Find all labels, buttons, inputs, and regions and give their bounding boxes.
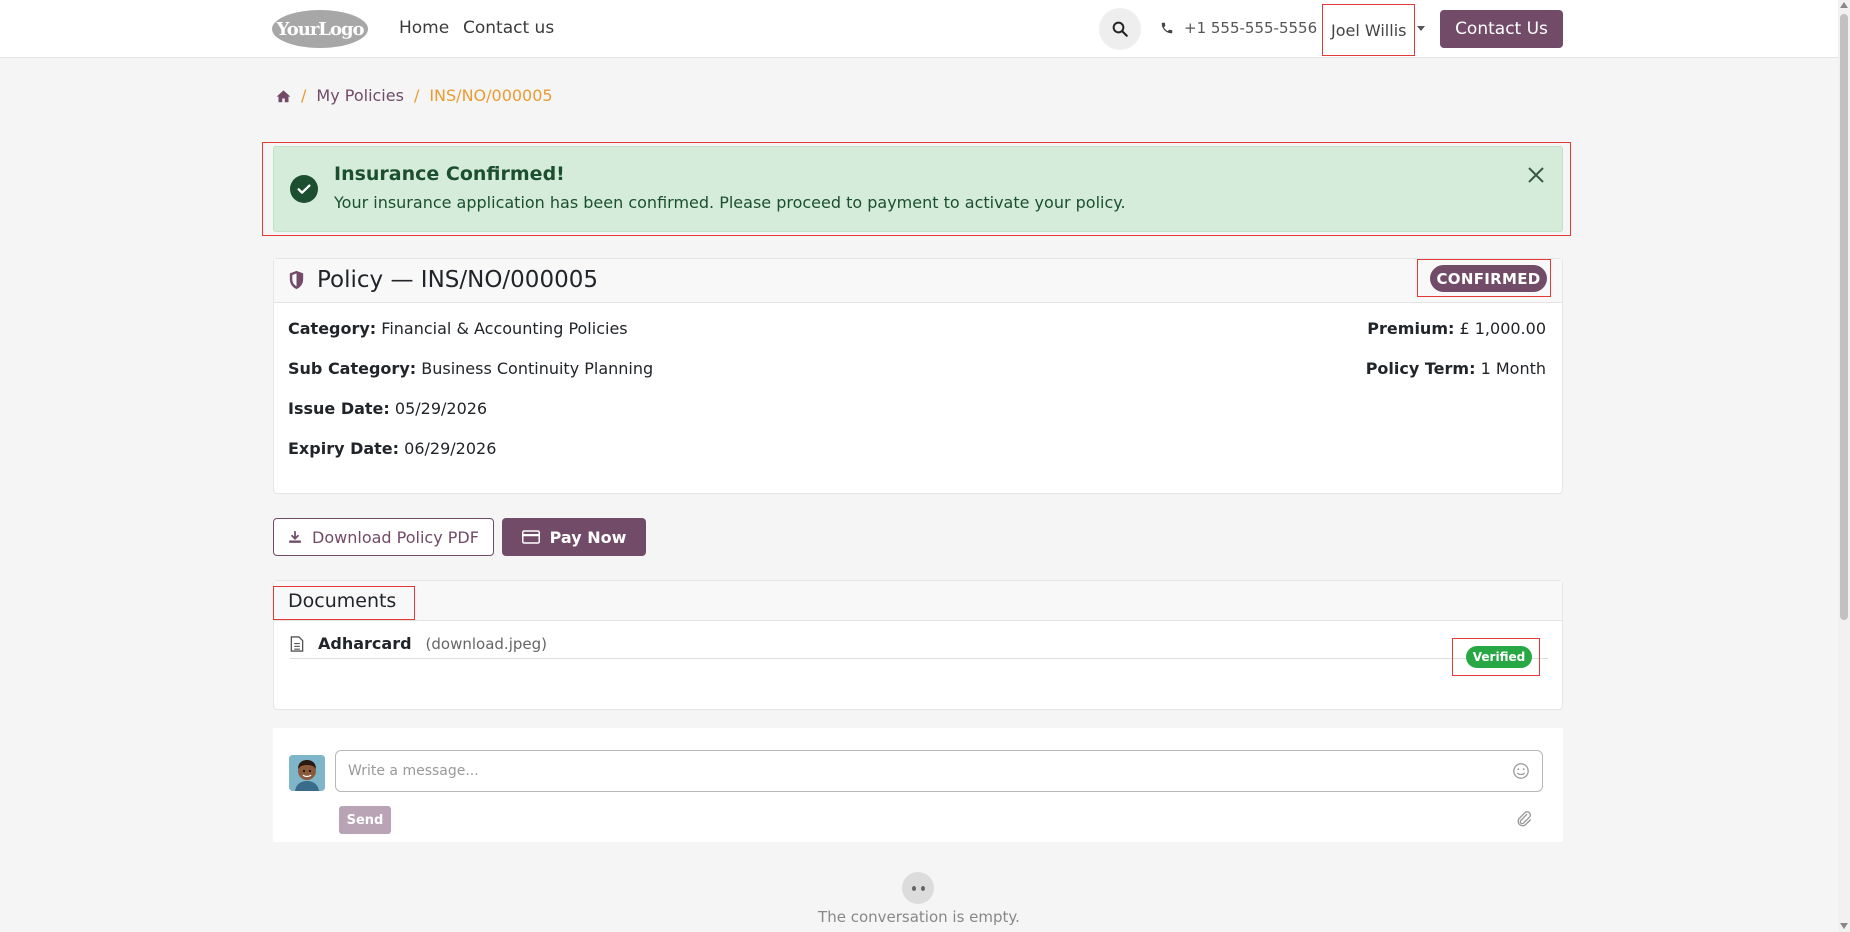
field-sub-category: Sub Category: Business Continuity Planni… xyxy=(288,359,654,378)
alert-text: Your insurance application has been conf… xyxy=(334,193,1126,212)
pay-label: Pay Now xyxy=(549,527,627,547)
close-icon[interactable] xyxy=(1526,165,1546,185)
emoji-icon[interactable] xyxy=(1512,762,1530,780)
download-label: Download Policy PDF xyxy=(312,527,479,547)
breadcrumb-separator: / xyxy=(413,86,420,105)
home-icon[interactable] xyxy=(276,89,291,103)
documents-card: Documents Adharcard (download.jpeg) xyxy=(273,580,1563,710)
check-circle-icon xyxy=(290,175,318,203)
policy-card: Policy — INS/NO/000005 Category: Financi… xyxy=(273,258,1563,494)
scrollbar[interactable] xyxy=(1838,0,1850,932)
breadcrumb-my-policies[interactable]: My Policies xyxy=(316,86,404,105)
search-icon xyxy=(1112,21,1128,37)
breadcrumb-separator: / xyxy=(301,86,307,105)
field-expiry-date: Expiry Date: 06/29/2026 xyxy=(288,439,497,458)
alert-title: Insurance Confirmed! xyxy=(334,163,565,185)
file-icon xyxy=(290,635,304,652)
nav-home[interactable]: Home xyxy=(399,18,449,38)
shield-icon xyxy=(289,270,304,290)
policy-title-text: Policy — INS/NO/000005 xyxy=(317,267,598,293)
document-row: Adharcard (download.jpeg) xyxy=(290,629,1548,659)
chatter-composer: Write a message... Send xyxy=(273,728,1563,842)
send-button[interactable]: Send xyxy=(339,806,391,834)
field-premium: Premium: £ 1,000.00 xyxy=(1367,319,1546,338)
policy-header: Policy — INS/NO/000005 xyxy=(274,259,1562,303)
user-name: Joel Willis xyxy=(1331,20,1407,40)
document-name: Adharcard xyxy=(318,634,412,653)
contact-us-button[interactable]: Contact Us xyxy=(1440,10,1563,48)
field-policy-term: Policy Term: 1 Month xyxy=(1365,359,1546,378)
field-issue-date: Issue Date: 05/29/2026 xyxy=(288,399,488,418)
chevron-down-icon xyxy=(1417,26,1425,31)
policy-title: Policy — INS/NO/000005 xyxy=(288,267,598,293)
success-alert: Insurance Confirmed! Your insurance appl… xyxy=(273,146,1563,232)
download-icon xyxy=(289,531,301,543)
documents-header: Documents xyxy=(274,581,1562,621)
message-input[interactable]: Write a message... xyxy=(335,750,1543,792)
top-navbar: YourLogo Home Contact us +1 555-555-5556… xyxy=(0,0,1838,58)
phone-link[interactable]: +1 555-555-5556 xyxy=(1160,19,1317,37)
empty-conversation-icon xyxy=(902,872,934,904)
message-placeholder: Write a message... xyxy=(348,763,479,779)
document-file[interactable]: (download.jpeg) xyxy=(426,635,547,653)
phone-icon xyxy=(1161,22,1173,34)
avatar xyxy=(289,755,325,791)
pay-now-button[interactable]: Pay Now xyxy=(502,518,646,556)
logo[interactable]: YourLogo xyxy=(272,10,368,48)
documents-title-highlight xyxy=(273,586,415,620)
search-button[interactable] xyxy=(1099,8,1141,50)
empty-conversation-text: The conversation is empty. xyxy=(818,908,1020,926)
phone-number: +1 555-555-5556 xyxy=(1184,19,1318,37)
download-policy-button[interactable]: Download Policy PDF xyxy=(273,518,494,556)
verified-badge: Verified xyxy=(1466,646,1532,668)
scroll-up-icon[interactable] xyxy=(1840,2,1848,8)
paperclip-icon[interactable] xyxy=(1515,810,1533,828)
breadcrumb: / My Policies / INS/NO/000005 xyxy=(276,86,553,105)
status-badge: CONFIRMED xyxy=(1430,265,1547,292)
field-category: Category: Financial & Accounting Policie… xyxy=(288,319,628,338)
scroll-down-icon[interactable] xyxy=(1840,923,1848,929)
scroll-thumb[interactable] xyxy=(1840,14,1848,620)
nav-contact[interactable]: Contact us xyxy=(463,18,554,38)
breadcrumb-current: INS/NO/000005 xyxy=(429,86,553,105)
user-menu[interactable]: Joel Willis xyxy=(1322,4,1415,56)
credit-card-icon xyxy=(521,530,540,544)
